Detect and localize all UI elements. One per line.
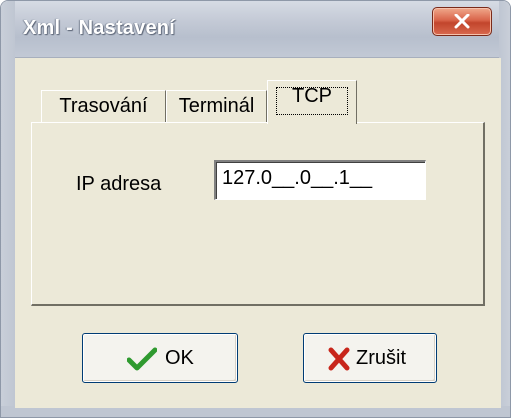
title-bar[interactable]: Xml - Nastavení	[1, 1, 510, 58]
close-button[interactable]	[432, 7, 492, 36]
tab-label: TCP	[292, 85, 332, 107]
dialog-client-area: Trasování Terminál TCP IP adresa 127.0__…	[15, 58, 501, 408]
dialog-window: Xml - Nastavení Trasování Terminál TCP I…	[0, 0, 511, 418]
window-title: Xml - Nastavení	[23, 17, 175, 39]
ok-button-label: OK	[165, 347, 194, 369]
tcp-tab-panel: IP adresa 127.0__.0__.1__	[31, 122, 485, 306]
tab-label: Trasování	[59, 95, 148, 117]
tab-label: Terminál	[178, 95, 255, 117]
checkmark-icon	[127, 347, 157, 371]
close-icon	[454, 14, 470, 29]
tab-tcp[interactable]: TCP	[267, 80, 357, 124]
red-x-icon	[328, 347, 350, 371]
tab-terminal[interactable]: Terminál	[166, 90, 267, 123]
cancel-button[interactable]: Zrušit	[303, 333, 437, 383]
window-frame-left	[1, 1, 15, 417]
ok-button[interactable]: OK	[82, 333, 238, 383]
tab-trasovani[interactable]: Trasování	[41, 90, 166, 123]
cancel-button-label: Zrušit	[356, 347, 406, 369]
ip-address-label: IP adresa	[76, 173, 162, 195]
ip-address-input[interactable]: 127.0__.0__.1__	[214, 160, 426, 200]
